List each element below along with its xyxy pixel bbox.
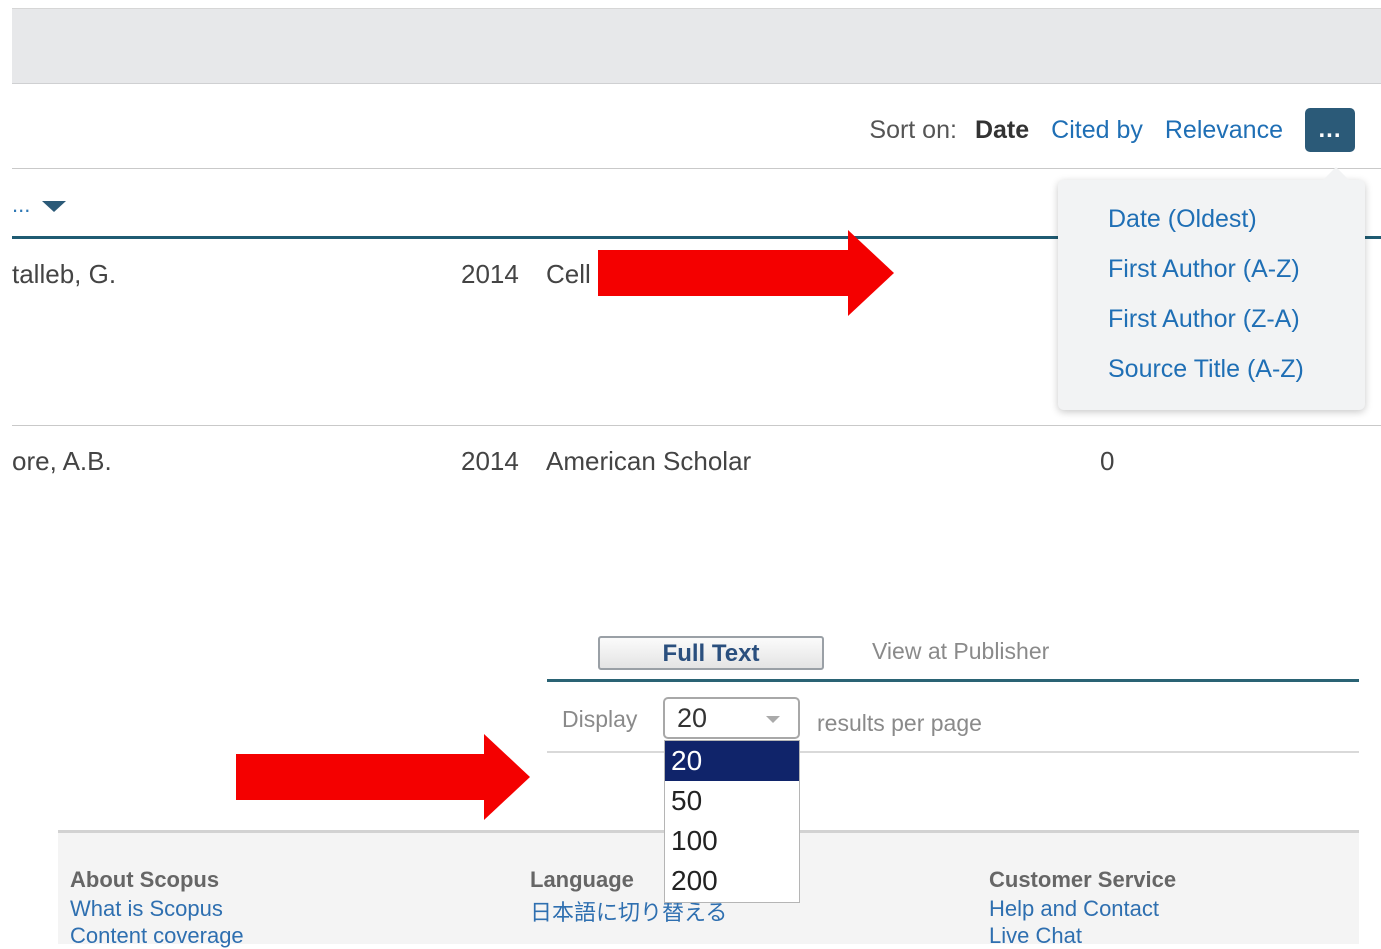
row1-year: 2014: [461, 259, 519, 289]
footer-link-help-contact[interactable]: Help and Contact: [989, 896, 1159, 922]
sort-option-relevance[interactable]: Relevance: [1165, 116, 1283, 145]
sort-option-cited-by[interactable]: Cited by: [1051, 116, 1143, 145]
red-arrow-icon: [598, 230, 894, 316]
footer-link-content-coverage[interactable]: Content coverage: [70, 923, 244, 949]
top-bar: [12, 8, 1381, 84]
footer-about-heading: About Scopus: [70, 867, 220, 892]
row1-source[interactable]: Cell: [546, 259, 591, 290]
sort-option-date[interactable]: Date: [975, 116, 1029, 145]
more-sort-options-button[interactable]: ...: [1305, 108, 1355, 152]
row2-cited-count[interactable]: 0: [1100, 446, 1114, 477]
footer-link-what-is-scopus[interactable]: What is Scopus: [70, 896, 223, 922]
footer-language-heading: Language: [530, 867, 634, 892]
option-200[interactable]: 200: [665, 861, 799, 901]
sort-caret-icon: [42, 200, 67, 212]
display-label: Display: [562, 706, 638, 732]
option-50[interactable]: 50: [665, 781, 799, 821]
divider: [547, 679, 1359, 682]
view-at-publisher-link[interactable]: View at Publisher: [872, 638, 1049, 665]
menu-item-date-oldest[interactable]: Date (Oldest): [1108, 205, 1257, 234]
sort-bar: Sort on: Date Cited by Relevance ...: [869, 108, 1355, 152]
menu-item-first-author-az[interactable]: First Author (A-Z): [1108, 255, 1300, 284]
row2-source[interactable]: American Scholar: [546, 446, 751, 477]
row-divider: [12, 425, 1381, 426]
results-per-page-options: 20 50 100 200: [664, 740, 800, 903]
footer-link-live-chat[interactable]: Live Chat: [989, 923, 1082, 949]
chevron-down-icon: [766, 716, 780, 723]
divider: [12, 168, 1381, 169]
row1-author[interactable]: talleb, G.: [12, 259, 116, 290]
results-per-page-select[interactable]: 20: [663, 697, 800, 739]
menu-item-first-author-za[interactable]: First Author (Z-A): [1108, 305, 1300, 334]
row2-author[interactable]: ore, A.B.: [12, 446, 112, 477]
option-20[interactable]: 20: [665, 741, 799, 781]
author-column-header[interactable]: ...: [12, 192, 67, 218]
row2-year: 2014: [461, 446, 519, 476]
results-per-page-label: results per page: [817, 710, 982, 736]
menu-item-source-title-az[interactable]: Source Title (A-Z): [1108, 355, 1304, 384]
sort-label: Sort on:: [869, 115, 957, 144]
select-value: 20: [677, 703, 708, 733]
sort-options-menu: Date (Oldest) First Author (A-Z) First A…: [1058, 167, 1365, 410]
footer-service-heading: Customer Service: [989, 867, 1177, 892]
red-arrow-icon: [236, 734, 530, 820]
author-column-label: ...: [12, 192, 31, 217]
option-100[interactable]: 100: [665, 821, 799, 861]
full-text-button[interactable]: Full Text: [598, 636, 824, 670]
